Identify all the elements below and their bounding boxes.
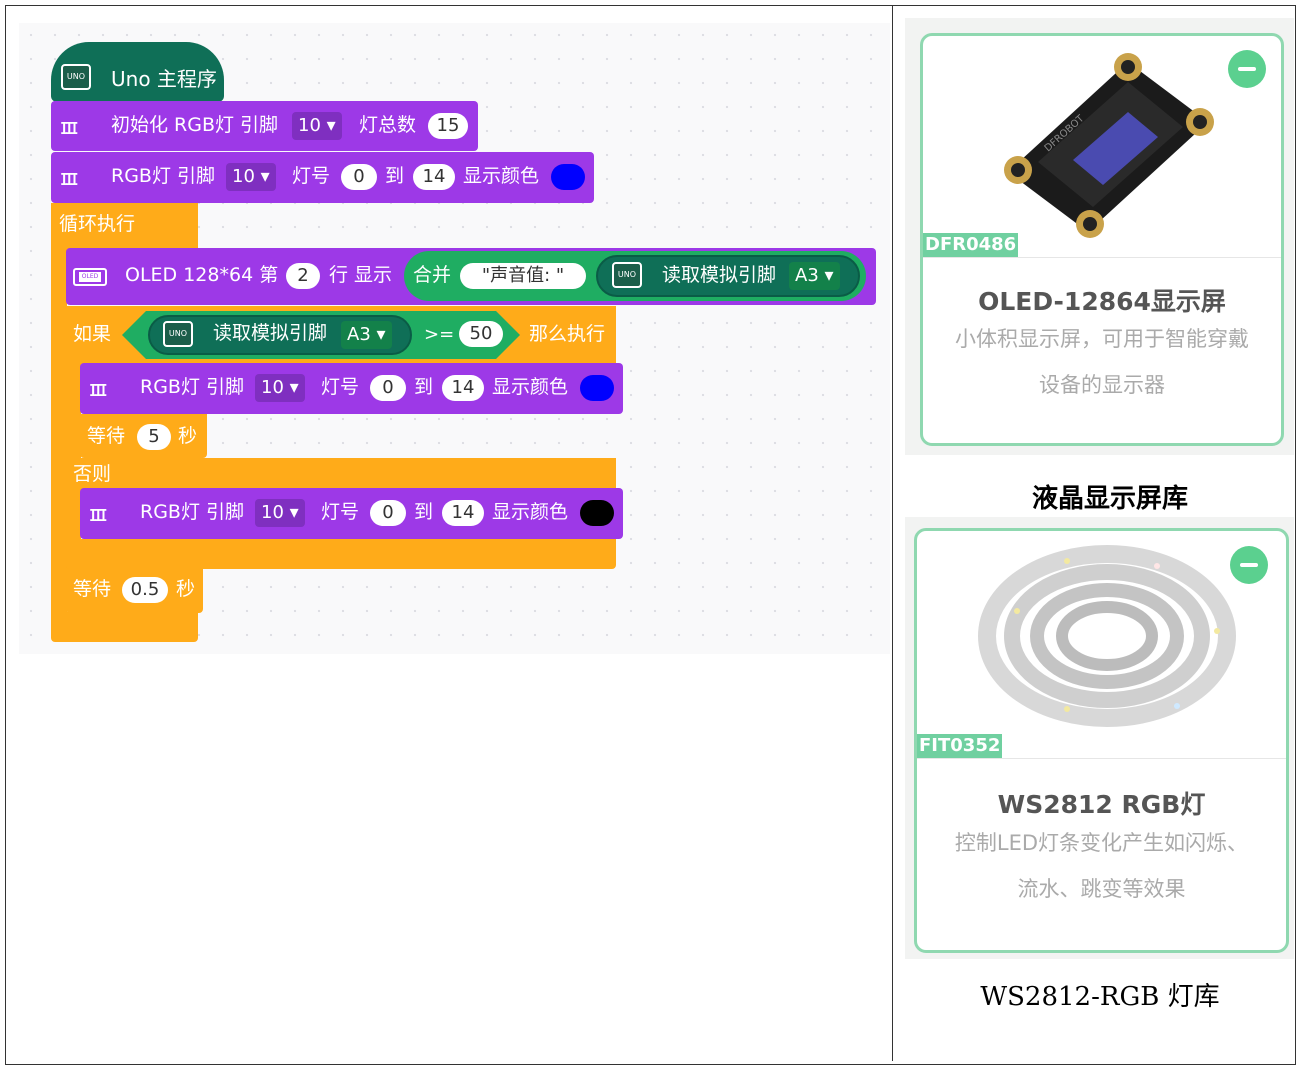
loop-block-footer <box>51 612 198 642</box>
oled-row-label: 行 显示 <box>329 264 393 286</box>
library-caption-1: 液晶显示屏库 <box>1031 484 1188 514</box>
uno-board-icon: UNO <box>612 262 642 288</box>
read-analog-label-1: 读取模拟引脚 <box>662 264 777 286</box>
card-desc-line-2: 设备的显示器 <box>1039 373 1165 397</box>
if-block-arm <box>66 306 81 569</box>
rgb2-label: RGB灯 引脚 <box>140 376 244 398</box>
card-title: OLED-12864显示屏 <box>978 287 1226 316</box>
rgb1-from-input[interactable]: 0 <box>341 164 377 190</box>
init-label: 初始化 RGB灯 引脚 <box>111 114 279 136</box>
wait2-label: 等待 <box>73 578 112 600</box>
card-desc-line-1: 控制LED灯条变化产生如闪烁、 <box>954 831 1249 855</box>
wait1-label: 等待 <box>87 425 126 447</box>
loop-block-arm <box>51 203 67 626</box>
rgb1-to-input[interactable]: 14 <box>413 164 455 190</box>
read-analog-pin-dropdown-1[interactable]: A3 ▾ <box>789 262 840 290</box>
rgb1-pin-dropdown[interactable]: 10 ▾ <box>226 163 276 191</box>
rgb2-pin-dropdown[interactable]: 10 ▾ <box>255 374 305 402</box>
oled-icon: OLED <box>73 268 107 286</box>
column-divider <box>892 5 893 1061</box>
rgb1-color-swatch[interactable] <box>551 164 585 190</box>
oled-row-input[interactable]: 2 <box>286 263 320 289</box>
main-program-title: Uno 主程序 <box>111 67 217 91</box>
rgb2-from-input[interactable]: 0 <box>370 375 406 401</box>
rgb2-color-swatch[interactable] <box>580 375 614 401</box>
rgb3-to-label: 到 <box>414 501 434 523</box>
wait1-unit: 秒 <box>178 425 198 447</box>
card-separator <box>923 257 1281 258</box>
remove-library-icon[interactable] <box>1228 50 1266 88</box>
wait2-unit: 秒 <box>176 578 196 600</box>
product-code: FIT0352 <box>917 734 1003 758</box>
if-label: 如果 <box>73 323 112 345</box>
compare-operator[interactable]: >= <box>424 326 454 344</box>
library-caption-2: WS2812-RGB 灯库 <box>980 982 1220 1012</box>
card-title: WS2812 RGB灯 <box>997 790 1206 819</box>
join-text-input[interactable]: "声音值: " <box>460 263 586 289</box>
rgb3-lamp-label: 灯号 <box>321 501 360 523</box>
library-card-oled[interactable]: DFROBOT DFR0486 OLED-12864显示屏 小体积显示屏，可用于… <box>920 33 1284 446</box>
rgb3-color-label: 显示颜色 <box>492 501 569 523</box>
oled-label: OLED 128*64 第 <box>125 264 279 286</box>
wait1-value-input[interactable]: 5 <box>137 424 171 450</box>
init-count-label: 灯总数 <box>359 114 417 136</box>
rgb2-to-input[interactable]: 14 <box>442 375 484 401</box>
oled-module-image: DFROBOT <box>1004 53 1214 238</box>
rgb-lamp-icon: ɪɪɪ <box>60 115 78 140</box>
rgb3-label: RGB灯 引脚 <box>140 501 244 523</box>
rgb1-lamp-label: 灯号 <box>292 165 331 187</box>
card-separator <box>917 758 1286 759</box>
rgb3-from-input[interactable]: 0 <box>370 500 406 526</box>
rgb3-pin-dropdown[interactable]: 10 ▾ <box>255 499 305 527</box>
rgb-lamp-icon: ɪɪɪ <box>89 502 107 527</box>
init-pin-dropdown[interactable]: 10 ▾ <box>292 112 342 140</box>
led-strip-image <box>978 545 1236 727</box>
read-analog-pin-dropdown-2[interactable]: A3 ▾ <box>341 321 392 349</box>
loop-label: 循环执行 <box>59 213 136 235</box>
rgb2-to-label: 到 <box>414 376 434 398</box>
rgb3-to-input[interactable]: 14 <box>442 500 484 526</box>
then-label: 那么执行 <box>529 323 606 345</box>
else-section <box>66 458 616 490</box>
rgb2-lamp-label: 灯号 <box>321 376 360 398</box>
rgb1-to-label: 到 <box>385 165 405 187</box>
else-label: 否则 <box>73 463 112 485</box>
card-desc-line-1: 小体积显示屏，可用于智能穿戴 <box>955 327 1249 351</box>
wait2-value-input[interactable]: 0.5 <box>122 577 168 603</box>
rgb1-color-label: 显示颜色 <box>463 165 540 187</box>
uno-board-icon: UNO <box>163 321 193 347</box>
card-desc-line-2: 流水、跳变等效果 <box>1017 877 1186 901</box>
rgb3-color-swatch[interactable] <box>580 500 614 526</box>
rgb2-color-label: 显示颜色 <box>492 376 569 398</box>
rgb1-label: RGB灯 引脚 <box>111 165 215 187</box>
read-analog-label-2: 读取模拟引脚 <box>213 322 328 344</box>
join-label: 合并 <box>413 264 452 286</box>
rgb-lamp-icon: ɪɪɪ <box>89 377 107 402</box>
library-card-ws2812[interactable]: FIT0352 WS2812 RGB灯 控制LED灯条变化产生如闪烁、 流水、跳… <box>914 528 1289 953</box>
rgb-lamp-icon: ɪɪɪ <box>60 166 78 191</box>
uno-board-icon: UNO <box>61 64 91 90</box>
if-block-footer <box>66 539 616 569</box>
compare-value-input[interactable]: 50 <box>459 321 503 347</box>
product-code: DFR0486 <box>923 233 1019 257</box>
remove-library-icon[interactable] <box>1230 546 1268 584</box>
init-count-input[interactable]: 15 <box>428 113 468 139</box>
